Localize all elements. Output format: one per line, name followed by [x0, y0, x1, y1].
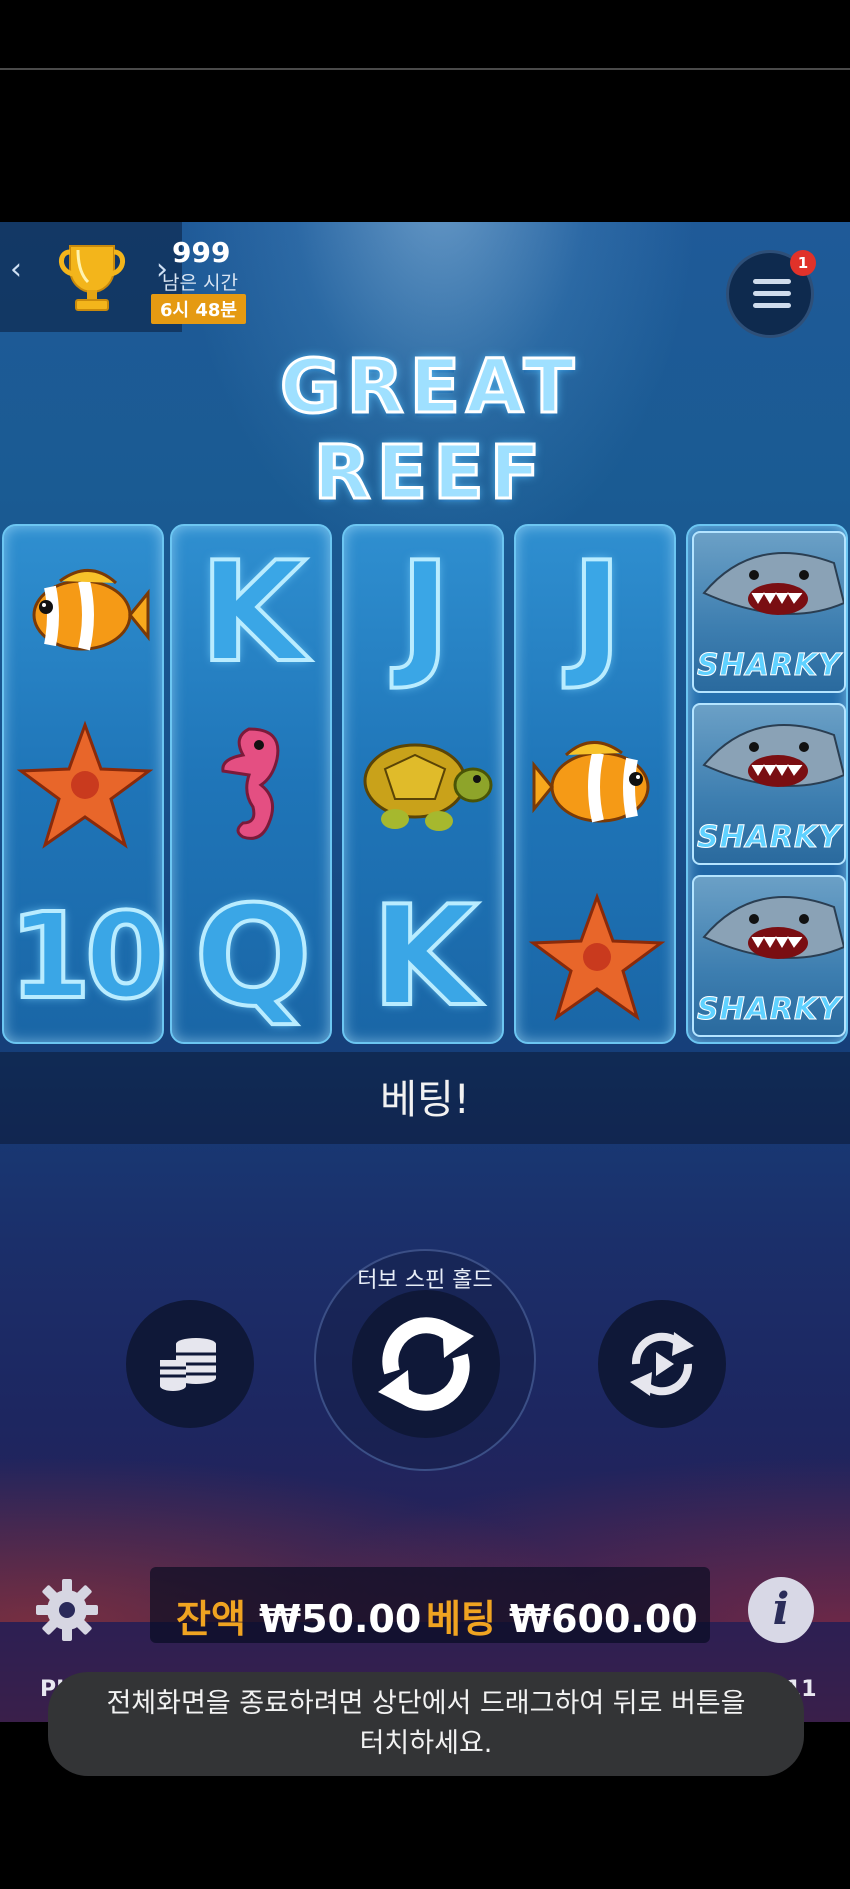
bet-settings-button[interactable] — [126, 1300, 254, 1428]
turtle-icon — [363, 743, 493, 831]
reel-3: J K — [342, 524, 504, 1044]
reel-1: 10 — [2, 524, 169, 1044]
reel-5: SHARKY SHARKY SHARKY — [686, 524, 848, 1044]
autoplay-icon — [630, 1332, 694, 1396]
reel-4: J — [514, 524, 676, 1044]
shark-icon — [702, 724, 844, 787]
symbol-starfish — [4, 698, 166, 870]
bet-value: ₩600.00 — [509, 1597, 698, 1641]
spin-button[interactable] — [352, 1290, 500, 1438]
status-divider — [0, 68, 850, 70]
symbol-sharky: SHARKY — [692, 531, 846, 693]
autoplay-button[interactable] — [598, 1300, 726, 1428]
reel-grid: 10 K Q J K J SHARKY SHARKY SHARKY — [0, 524, 850, 1044]
clownfish-icon — [532, 741, 650, 823]
bet-label: 베팅 — [426, 1597, 496, 1641]
symbol-starfish — [516, 870, 678, 1042]
starfish-icon — [16, 720, 154, 849]
game-logo: GREAT REEF — [278, 343, 581, 518]
trophy-icon — [59, 245, 125, 311]
coins-icon — [160, 1338, 216, 1391]
bet-display: 베팅 ₩600.00 — [426, 1588, 698, 1643]
symbol-clownfish — [4, 526, 166, 698]
chevron-left-icon[interactable]: ‹ — [10, 252, 22, 287]
remaining-time-label: 남은 시간 — [162, 272, 238, 294]
reel-2: K Q — [170, 524, 332, 1044]
symbol-sharky: SHARKY — [692, 703, 846, 865]
sharky-label: SHARKY — [696, 648, 841, 684]
status-message: 베팅! — [380, 1077, 470, 1123]
symbol-sharky: SHARKY — [692, 875, 846, 1037]
gear-icon — [36, 1579, 98, 1641]
starfish-icon — [528, 892, 666, 1021]
symbol-j: J — [569, 530, 624, 695]
symbol-k: K — [198, 530, 309, 695]
notification-badge: 1 — [790, 250, 816, 276]
symbol-seahorse — [172, 698, 334, 870]
clownfish-icon — [32, 569, 150, 651]
toast-line-1: 전체화면을 종료하려면 상단에서 드래그하여 뒤로 버튼을 — [106, 1688, 746, 1719]
symbol-turtle — [344, 698, 506, 870]
spin-icon — [378, 1317, 474, 1411]
shark-icon — [702, 896, 844, 959]
slot-game: ‹ › 999 남은 시간 6시 48분 1 GREAT REEF 10 K Q… — [0, 222, 850, 1722]
sharky-label: SHARKY — [696, 992, 841, 1028]
sharky-label: SHARKY — [696, 820, 841, 856]
tournament-count: 999 — [172, 236, 231, 269]
symbol-j: J — [397, 530, 452, 695]
symbol-q: Q — [192, 874, 313, 1039]
info-button[interactable]: i — [748, 1577, 814, 1643]
seahorse-icon — [221, 727, 280, 840]
settings-button[interactable] — [34, 1577, 100, 1647]
fullscreen-toast: 전체화면을 종료하려면 상단에서 드래그하여 뒤로 버튼을 터치하세요. — [48, 1672, 804, 1776]
toast-line-2: 터치하세요. — [359, 1728, 493, 1759]
time-left-badge: 6시 48분 — [151, 294, 246, 324]
symbol-k: K — [370, 874, 481, 1039]
shark-icon — [702, 552, 844, 615]
symbol-ten: 10 — [7, 885, 169, 1027]
balance-value: ₩50.00 — [259, 1597, 422, 1641]
balance-display: 잔액 ₩50.00 — [176, 1588, 421, 1643]
balance-label: 잔액 — [176, 1597, 246, 1641]
info-icon: i — [772, 1584, 790, 1635]
symbol-clownfish — [516, 698, 678, 870]
hamburger-icon — [753, 279, 791, 315]
